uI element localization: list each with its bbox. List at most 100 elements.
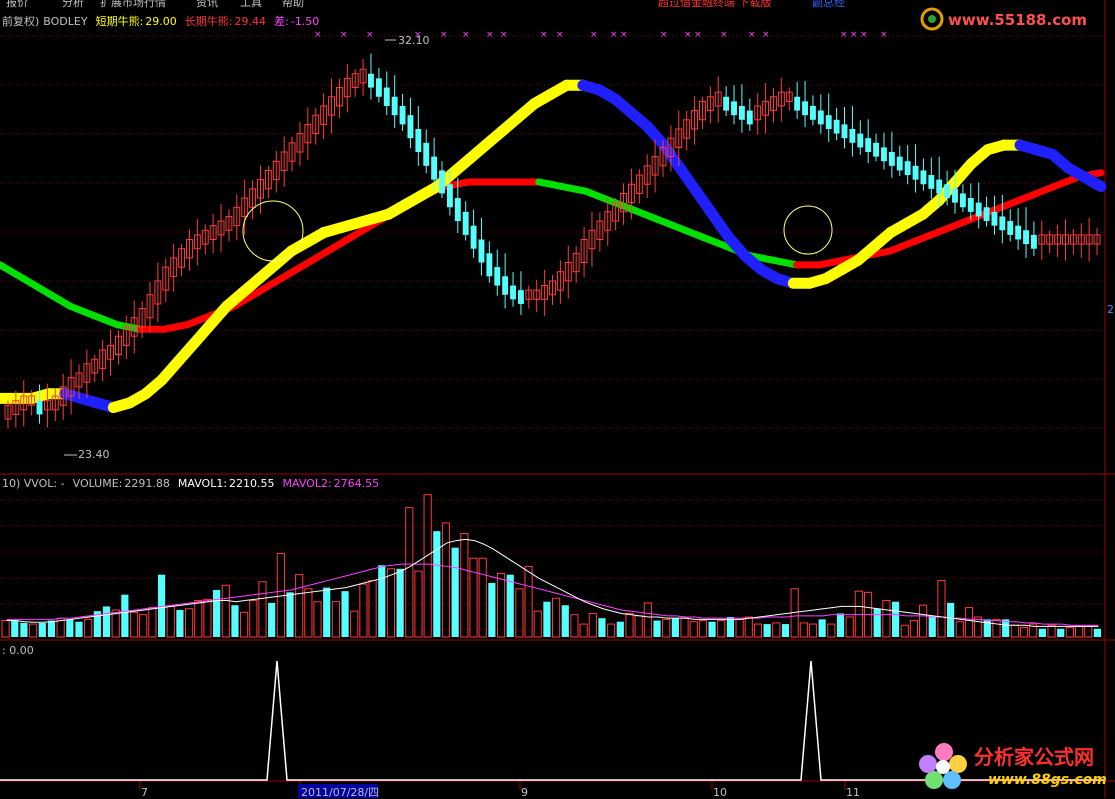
volume-bar-up bbox=[1, 620, 10, 638]
volume-bar-up bbox=[203, 598, 212, 638]
volume-bar-down bbox=[75, 621, 83, 637]
volume-bar-down bbox=[561, 605, 569, 637]
volume-bar-up bbox=[717, 620, 726, 638]
candle-body-down bbox=[802, 101, 808, 116]
low-price-annotation: 23.40 bbox=[78, 448, 110, 461]
long-term-line-segment bbox=[90, 311, 121, 329]
signal-marker: × bbox=[500, 30, 508, 40]
candle-body-down bbox=[1007, 221, 1014, 235]
long-term-line-segment bbox=[910, 229, 941, 246]
candle-body-down bbox=[825, 115, 832, 129]
candle-body-down bbox=[959, 193, 966, 208]
candle-body-down bbox=[817, 110, 824, 125]
volume-bar-down bbox=[1038, 628, 1046, 637]
candle-body-down bbox=[423, 142, 430, 166]
volume-bar-down bbox=[891, 601, 900, 637]
candle-body-down bbox=[991, 211, 998, 226]
volume-bar-down bbox=[323, 587, 331, 637]
signal-marker: × bbox=[540, 30, 548, 40]
volume-bar-down bbox=[11, 620, 19, 637]
candle-body-down bbox=[407, 115, 414, 139]
volume-bar-down bbox=[1057, 628, 1065, 637]
candle-body-down bbox=[967, 198, 974, 212]
volume-bar-down bbox=[451, 547, 459, 637]
long-term-line-segment bbox=[160, 321, 191, 333]
signal-marker: × bbox=[340, 30, 348, 40]
long-term-line-segment bbox=[19, 275, 51, 296]
volume-bar-down bbox=[598, 618, 606, 637]
watermark-bottom: 分析家公式网 www.88gs.com bbox=[916, 738, 1112, 796]
long-term-line-segment bbox=[1050, 173, 1082, 191]
volume-bar-down bbox=[396, 568, 404, 637]
volume-bar-up bbox=[735, 618, 744, 638]
volume-bar-up bbox=[845, 616, 854, 638]
volume-bar-down bbox=[121, 594, 129, 637]
long-term-line-segment bbox=[652, 215, 683, 232]
volume-bar-down bbox=[433, 531, 441, 637]
candle-body-down bbox=[415, 128, 422, 153]
candle-body-down bbox=[454, 198, 461, 222]
volume-bar-down bbox=[543, 601, 551, 637]
volume-bar-up bbox=[689, 621, 698, 638]
candle-body-down bbox=[431, 156, 438, 180]
volume-bar-up bbox=[240, 611, 249, 638]
volume-bar-up bbox=[882, 600, 891, 638]
candle-body-down bbox=[494, 267, 501, 286]
signal-marker: × bbox=[880, 30, 888, 40]
x-tick-label: 7 bbox=[141, 786, 148, 798]
long-term-line-segment bbox=[816, 256, 847, 269]
volume-bar-down bbox=[616, 621, 624, 637]
volume-bar-up bbox=[258, 581, 267, 638]
short-term-line-segment bbox=[1079, 171, 1107, 193]
volume-bar-up bbox=[900, 624, 909, 638]
volume-bar-up bbox=[680, 617, 689, 638]
volume-bar-up bbox=[423, 494, 432, 638]
candle-body-down bbox=[502, 276, 509, 295]
candle-body-down bbox=[368, 73, 374, 88]
signal-marker: × bbox=[366, 30, 374, 40]
long-term-line-segment bbox=[1027, 183, 1058, 200]
volume-bar-down bbox=[47, 620, 56, 637]
candle-body-down bbox=[486, 253, 493, 277]
long-term-line-segment bbox=[582, 187, 613, 204]
volume-bar-up bbox=[588, 612, 597, 638]
volume-bar-up bbox=[194, 600, 203, 638]
volume-bar-up bbox=[29, 623, 38, 638]
volume-bar-up bbox=[129, 611, 139, 638]
long-term-line-segment bbox=[886, 238, 918, 255]
candle-body-down bbox=[920, 170, 927, 185]
x-axis: 7 2011/07/28/四 9 10 11 bbox=[139, 781, 860, 798]
volume-bar-up bbox=[579, 623, 588, 638]
candle-body-down bbox=[399, 105, 406, 125]
long-term-line-segment bbox=[558, 183, 590, 195]
candle-body-down bbox=[1030, 234, 1037, 249]
candle-body-down bbox=[478, 239, 485, 263]
candle-body-down bbox=[446, 184, 453, 208]
candle-body-down bbox=[470, 225, 477, 249]
signal-marker: × bbox=[860, 30, 868, 40]
candle-body-down bbox=[944, 184, 951, 199]
long-term-line-segment bbox=[628, 206, 660, 223]
volume-bar-up bbox=[570, 614, 579, 638]
volume-bar-down bbox=[66, 619, 74, 637]
candle-body-down bbox=[904, 161, 911, 176]
volume-bar-up bbox=[992, 618, 1001, 638]
volume-bar-down bbox=[268, 602, 276, 637]
volume-bar-up bbox=[937, 580, 946, 638]
candle-body-down bbox=[391, 96, 398, 116]
signal-marker: × bbox=[440, 30, 448, 40]
volume-bar-down bbox=[176, 609, 184, 637]
stock-chart[interactable]: × × × × × × × × × × × × × × × × × × × × × × × 7 2011/07/28/四 9 10… bbox=[0, 0, 1115, 798]
signal-marker: × bbox=[762, 30, 770, 40]
candle-body-down bbox=[928, 175, 935, 189]
signal-marker: × bbox=[694, 30, 702, 40]
volume-bar-up bbox=[643, 602, 652, 638]
volume-bar-up bbox=[827, 623, 836, 638]
long-term-line-segment bbox=[1003, 192, 1035, 209]
watermark-site-name: 分析家公式网 bbox=[974, 745, 1094, 769]
volume-bar-up bbox=[350, 610, 359, 638]
volume-bar-up bbox=[1084, 625, 1093, 638]
watermark-site-url: www.88gs.com bbox=[988, 772, 1107, 788]
x-tick-label: 9 bbox=[521, 786, 528, 798]
signal-marker: × bbox=[840, 30, 848, 40]
